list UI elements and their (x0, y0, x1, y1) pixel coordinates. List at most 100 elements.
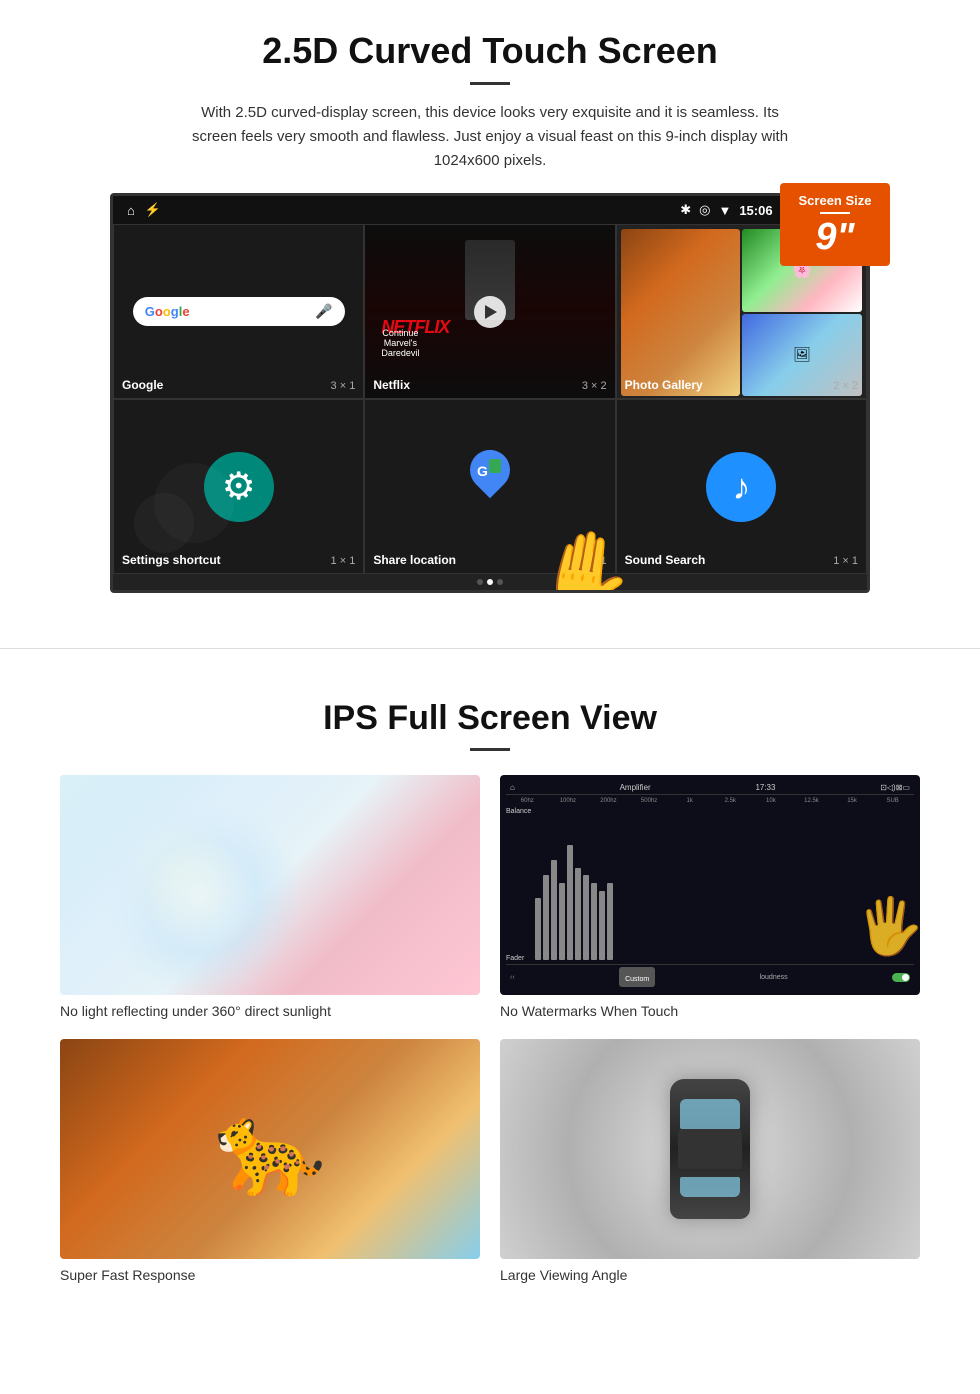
loudness-toggle[interactable] (892, 973, 910, 982)
sky-background (60, 775, 480, 995)
slider-10 (607, 883, 613, 960)
netflix-label: Netflix 3 × 2 (373, 378, 606, 392)
feature-viewing-angle: Large Viewing Angle (500, 1039, 920, 1283)
app-grid-bottom: ⚙ Settings shortcut 1 × 1 G (113, 399, 867, 574)
google-label: Google 3 × 1 (122, 378, 355, 392)
dot-1 (477, 579, 483, 585)
status-bar-left: ⌂ ⚡ (127, 202, 161, 218)
feature-sunlight: No light reflecting under 360° direct su… (60, 775, 480, 1019)
slider-5 (567, 845, 573, 961)
eq-freq-6: 2.5k (711, 798, 750, 804)
feature-grid: No light reflecting under 360° direct su… (60, 775, 920, 1283)
cheetah-bg: 🐆 (60, 1039, 480, 1259)
section2-title: IPS Full Screen View (60, 699, 920, 738)
eq-freq-labels: 60hz 100hz 200hz 500hz 1k 2.5k 10k 12.5k… (506, 798, 914, 804)
mic-icon[interactable]: 🎤 (315, 303, 332, 320)
section-ips: IPS Full Screen View No light reflecting… (0, 679, 980, 1313)
location-icon: ◎ (699, 202, 710, 218)
photo-thumb-1 (621, 229, 741, 396)
slider-4 (559, 883, 565, 960)
netflix-app-cell[interactable]: NETFLIX Continue Marvel's Daredevil Netf… (364, 224, 615, 399)
shadow-circle-2 (154, 463, 234, 543)
fader-label: Fader (506, 955, 531, 962)
eq-freq-3: 200hz (589, 798, 628, 804)
settings-cell[interactable]: ⚙ Settings shortcut 1 × 1 (113, 399, 364, 574)
wifi-icon: ▼ (718, 203, 731, 218)
eq-freq-5: 1k (670, 798, 709, 804)
toggle-knob (902, 974, 909, 981)
cheetah-image: 🐆 (60, 1039, 480, 1259)
maps-pin: G (465, 457, 515, 517)
pin-letter: G (477, 463, 488, 479)
usb-icon: ⚡ (145, 202, 161, 218)
eq-bottom-bar: ‹‹ Custom loudness (506, 964, 914, 989)
eq-freq-7: 10k (752, 798, 791, 804)
car-windshield (680, 1099, 740, 1129)
eq-main-area: Balance Fader (506, 806, 914, 964)
play-button[interactable] (474, 296, 506, 328)
share-location-cell[interactable]: G 🤚 Share location 1 × 1 (364, 399, 615, 574)
eq-time: 17:33 (755, 783, 775, 792)
device-screen: ⌂ ⚡ ✱ ◎ ▼ 15:06 ⊡ ◁) ⊠ ▭ (110, 193, 870, 593)
sound-search-cell[interactable]: ♪ Sound Search 1 × 1 (616, 399, 867, 574)
google-search-bar[interactable]: Google 🎤 (133, 297, 345, 326)
badge-size: 9" (794, 218, 876, 256)
car-rear-window (680, 1177, 740, 1197)
car-roof (678, 1129, 742, 1169)
sunlight-caption: No light reflecting under 360° direct su… (60, 1003, 480, 1019)
equalizer-image: ⌂ Amplifier 17:33 ⊡◁)⊠▭ 60hz 100hz 200hz… (500, 775, 920, 995)
slider-8 (591, 883, 597, 960)
touch-hand-icon: 🖐 (856, 894, 920, 959)
netflix-bg (365, 225, 614, 398)
sound-label: Sound Search 1 × 1 (625, 553, 858, 567)
google-logo: Google (145, 304, 190, 319)
custom-label: Custom (625, 976, 649, 983)
settings-inner: ⚙ (114, 400, 363, 573)
custom-button[interactable]: Custom (619, 967, 655, 987)
eq-sliders: 🖐 (535, 806, 914, 964)
viewing-angle-caption: Large Viewing Angle (500, 1267, 920, 1283)
pin-accent (489, 459, 501, 473)
car-image (500, 1039, 920, 1259)
page-dots (113, 574, 867, 590)
music-note-icon: ♪ (732, 466, 750, 508)
google-app-cell[interactable]: Google 🎤 Google 3 × 1 (113, 224, 364, 399)
eq-home-icon: ⌂ (510, 783, 515, 792)
section-divider-hr (0, 648, 980, 649)
slider-1 (535, 898, 541, 960)
status-bar: ⌂ ⚡ ✱ ◎ ▼ 15:06 ⊡ ◁) ⊠ ▭ (113, 196, 867, 224)
section1-title: 2.5D Curved Touch Screen (60, 30, 920, 72)
settings-label: Settings shortcut 1 × 1 (122, 553, 355, 567)
eq-amplifier-label: Amplifier (620, 783, 651, 792)
home-icon[interactable]: ⌂ (127, 203, 135, 218)
light-overlay (60, 775, 480, 995)
badge-divider (820, 212, 850, 214)
eq-nav-left: ‹‹ (510, 974, 515, 981)
slider-6 (575, 868, 581, 960)
watermarks-caption: No Watermarks When Touch (500, 1003, 920, 1019)
title-divider (470, 82, 510, 85)
eq-freq-9: 15k (833, 798, 872, 804)
sound-icon-wrap: ♪ (706, 452, 776, 522)
feature-fast-response: 🐆 Super Fast Response (60, 1039, 480, 1283)
photo-gallery-label: Photo Gallery 2 × 2 (625, 378, 858, 392)
slider-7 (583, 875, 589, 960)
eq-side-labels: Balance Fader (506, 806, 531, 964)
eq-freq-1: 60hz (508, 798, 547, 804)
feature-watermarks: ⌂ Amplifier 17:33 ⊡◁)⊠▭ 60hz 100hz 200hz… (500, 775, 920, 1019)
app-grid-top: Google 🎤 Google 3 × 1 (113, 224, 867, 399)
sunlight-image (60, 775, 480, 995)
eq-screen: ⌂ Amplifier 17:33 ⊡◁)⊠▭ 60hz 100hz 200hz… (500, 775, 920, 995)
slider-9 (599, 891, 605, 960)
car-body (670, 1079, 750, 1219)
slider-2 (543, 875, 549, 960)
badge-label: Screen Size (794, 193, 876, 208)
status-time: 15:06 (739, 203, 772, 218)
balance-label: Balance (506, 808, 531, 815)
fast-response-caption: Super Fast Response (60, 1267, 480, 1283)
section2-divider (470, 748, 510, 751)
dot-2 (487, 579, 493, 585)
loudness-label: loudness (760, 974, 788, 981)
section1-description: With 2.5D curved-display screen, this de… (180, 101, 800, 173)
play-triangle (485, 305, 497, 319)
